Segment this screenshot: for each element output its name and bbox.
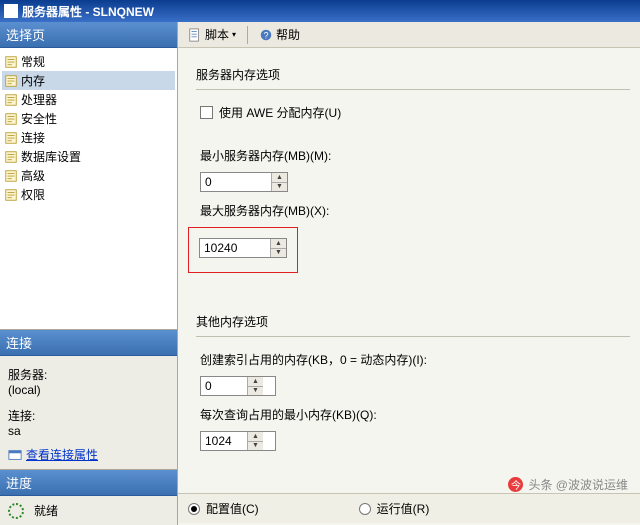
server-memory-header: 服务器内存选项 bbox=[196, 66, 630, 83]
sidebar-item[interactable]: 数据库设置 bbox=[2, 147, 175, 166]
content-area: 选择页 常规内存处理器安全性连接数据库设置高级权限 连接 服务器: (local… bbox=[0, 22, 640, 525]
page-icon bbox=[4, 74, 18, 88]
connection-header: 连接 bbox=[0, 330, 177, 356]
sidebar-item-label: 高级 bbox=[21, 167, 45, 184]
sidebar-item-label: 权限 bbox=[21, 186, 45, 203]
query-mem-label: 每次查询占用的最小内存(KB)(Q): bbox=[200, 406, 630, 423]
pages-tree[interactable]: 常规内存处理器安全性连接数据库设置高级权限 bbox=[0, 48, 177, 329]
sidebar-item-label: 连接 bbox=[21, 129, 45, 146]
spin-up-icon[interactable]: ▲ bbox=[248, 432, 263, 442]
help-icon: ? bbox=[259, 28, 273, 42]
radio-icon bbox=[188, 503, 200, 515]
running-value-label: 运行值(R) bbox=[377, 500, 430, 517]
sidebar-item[interactable]: 权限 bbox=[2, 185, 175, 204]
sidebar-item[interactable]: 高级 bbox=[2, 166, 175, 185]
title-bar: 服务器属性 - SLNQNEW bbox=[0, 0, 640, 22]
connection-panel: 连接 服务器: (local) 连接: sa 查看连接属性 bbox=[0, 329, 177, 469]
pages-header: 选择页 bbox=[0, 22, 177, 48]
divider bbox=[196, 336, 630, 337]
script-label: 脚本 bbox=[205, 26, 229, 43]
config-value-label: 配置值(C) bbox=[206, 500, 259, 517]
page-icon bbox=[4, 169, 18, 183]
progress-circle-icon bbox=[8, 503, 24, 519]
index-mem-spinner[interactable]: ▲▼ bbox=[200, 376, 276, 396]
server-label: 服务器: bbox=[8, 366, 169, 383]
sidebar-item-label: 处理器 bbox=[21, 91, 57, 108]
page-icon bbox=[4, 188, 18, 202]
spin-down-icon[interactable]: ▼ bbox=[248, 387, 263, 396]
help-label: 帮助 bbox=[276, 26, 300, 43]
sidebar-item[interactable]: 处理器 bbox=[2, 90, 175, 109]
max-mem-spinner[interactable]: ▲▼ bbox=[199, 238, 287, 258]
query-mem-input[interactable] bbox=[201, 432, 247, 450]
spin-up-icon[interactable]: ▲ bbox=[272, 173, 287, 183]
toolbar: 脚本 ▾ ? 帮助 bbox=[178, 22, 640, 48]
awe-label: 使用 AWE 分配内存(U) bbox=[219, 104, 341, 121]
watermark: 今 头条 @波波说运维 bbox=[508, 476, 628, 493]
spin-down-icon[interactable]: ▼ bbox=[272, 183, 287, 192]
connection-body: 服务器: (local) 连接: sa 查看连接属性 bbox=[0, 356, 177, 469]
view-connection-props-link[interactable]: 查看连接属性 bbox=[8, 446, 169, 463]
radio-icon bbox=[359, 503, 371, 515]
script-icon bbox=[188, 28, 202, 42]
awe-checkbox-row[interactable]: 使用 AWE 分配内存(U) bbox=[200, 104, 630, 121]
min-mem-spinner[interactable]: ▲▼ bbox=[200, 172, 288, 192]
max-mem-label: 最大服务器内存(MB)(X): bbox=[200, 202, 630, 219]
spin-up-icon[interactable]: ▲ bbox=[248, 377, 263, 387]
max-mem-highlight: ▲▼ bbox=[188, 227, 298, 273]
main-panel: 脚本 ▾ ? 帮助 服务器内存选项 使用 AWE 分配内存(U) 最小服务器内存… bbox=[178, 22, 640, 525]
awe-checkbox[interactable] bbox=[200, 106, 213, 119]
radio-row: 配置值(C) 运行值(R) bbox=[178, 493, 640, 523]
form-area: 服务器内存选项 使用 AWE 分配内存(U) 最小服务器内存(MB)(M): ▲… bbox=[178, 48, 640, 525]
watermark-text: 头条 @波波说运维 bbox=[528, 476, 628, 493]
toolbar-separator bbox=[247, 26, 248, 44]
sidebar-item[interactable]: 常规 bbox=[2, 52, 175, 71]
conn-label: 连接: bbox=[8, 407, 169, 424]
properties-icon bbox=[8, 448, 22, 462]
page-icon bbox=[4, 150, 18, 164]
progress-body: 就绪 bbox=[0, 496, 177, 525]
window-icon bbox=[4, 4, 18, 18]
window-title: 服务器属性 - SLNQNEW bbox=[22, 3, 154, 20]
progress-status: 就绪 bbox=[34, 502, 58, 519]
other-mem-header: 其他内存选项 bbox=[196, 313, 630, 330]
progress-header: 进度 bbox=[0, 470, 177, 496]
index-mem-input[interactable] bbox=[201, 377, 247, 395]
config-value-radio[interactable]: 配置值(C) bbox=[188, 500, 259, 517]
index-mem-label: 创建索引占用的内存(KB，0 = 动态内存)(I): bbox=[200, 351, 630, 368]
spin-down-icon[interactable]: ▼ bbox=[248, 442, 263, 451]
sidebar-item[interactable]: 内存 bbox=[2, 71, 175, 90]
dropdown-arrow-icon: ▾ bbox=[232, 30, 236, 39]
conn-value: sa bbox=[8, 424, 169, 438]
sidebar: 选择页 常规内存处理器安全性连接数据库设置高级权限 连接 服务器: (local… bbox=[0, 22, 178, 525]
sidebar-item-label: 内存 bbox=[21, 72, 45, 89]
sidebar-item[interactable]: 安全性 bbox=[2, 109, 175, 128]
progress-panel: 进度 就绪 bbox=[0, 469, 177, 525]
max-mem-input[interactable] bbox=[200, 239, 270, 257]
help-button[interactable]: ? 帮助 bbox=[255, 24, 304, 45]
running-value-radio[interactable]: 运行值(R) bbox=[359, 500, 430, 517]
divider bbox=[196, 89, 630, 90]
page-icon bbox=[4, 93, 18, 107]
server-value: (local) bbox=[8, 383, 169, 397]
page-icon bbox=[4, 55, 18, 69]
query-mem-spinner[interactable]: ▲▼ bbox=[200, 431, 276, 451]
page-icon bbox=[4, 131, 18, 145]
sidebar-item-label: 常规 bbox=[21, 53, 45, 70]
sidebar-item-label: 安全性 bbox=[21, 110, 57, 127]
script-button[interactable]: 脚本 ▾ bbox=[184, 24, 240, 45]
svg-text:?: ? bbox=[264, 30, 269, 40]
sidebar-item-label: 数据库设置 bbox=[21, 148, 81, 165]
spin-up-icon[interactable]: ▲ bbox=[271, 239, 286, 249]
min-mem-input[interactable] bbox=[201, 173, 271, 191]
view-props-label: 查看连接属性 bbox=[26, 446, 98, 463]
watermark-icon: 今 bbox=[508, 477, 523, 492]
spin-down-icon[interactable]: ▼ bbox=[271, 249, 286, 258]
page-icon bbox=[4, 112, 18, 126]
sidebar-item[interactable]: 连接 bbox=[2, 128, 175, 147]
min-mem-label: 最小服务器内存(MB)(M): bbox=[200, 147, 630, 164]
